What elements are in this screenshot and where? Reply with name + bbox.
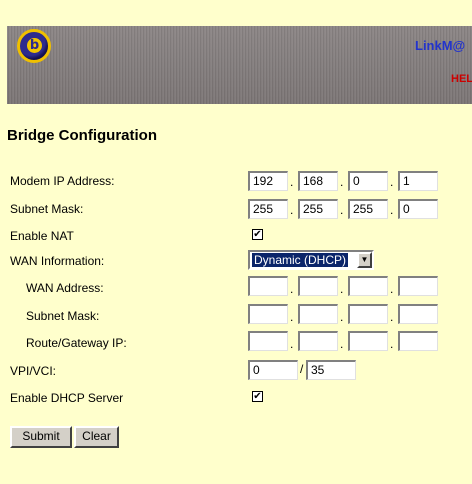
page-title: Bridge Configuration [7, 127, 157, 144]
wan-address-octet-2[interactable] [298, 276, 338, 296]
wan-info-label: WAN Information: [10, 254, 105, 268]
vpi-vci-label: VPI/VCI: [10, 364, 57, 378]
route-gateway-label: Route/Gateway IP: [26, 336, 127, 350]
wan-subnet-mask-label: Subnet Mask: [26, 309, 100, 323]
enable-dhcp-checkbox[interactable]: ✔ [252, 391, 263, 402]
route-gateway-octet-1[interactable] [248, 331, 288, 351]
route-gateway-octet-2[interactable] [298, 331, 338, 351]
modem-ip-octet-3[interactable]: 0 [348, 171, 388, 191]
modem-ip-label: Modem IP Address: [10, 174, 115, 188]
wan-subnet-octet-1[interactable] [248, 304, 288, 324]
enable-nat-label: Enable NAT [10, 229, 74, 243]
subnet-mask-octet-4[interactable]: 0 [398, 199, 438, 219]
logo-icon: b [17, 29, 51, 63]
enable-nat-checkbox[interactable]: ✔ [252, 229, 263, 240]
ip-dot: . [290, 175, 294, 189]
ip-dot: . [340, 337, 344, 351]
modem-ip-octet-1[interactable]: 192 [248, 171, 288, 191]
wan-subnet-octet-2[interactable] [298, 304, 338, 324]
subnet-mask-octet-2[interactable]: 255 [298, 199, 338, 219]
wan-address-octet-3[interactable] [348, 276, 388, 296]
submit-button[interactable]: Submit [10, 426, 72, 448]
chevron-down-icon[interactable]: ▼ [357, 252, 372, 268]
ip-dot: . [290, 203, 294, 217]
wan-subnet-octet-4[interactable] [398, 304, 438, 324]
wan-address-octet-1[interactable] [248, 276, 288, 296]
wan-address-label: WAN Address: [26, 281, 104, 295]
header-banner: b LinkM@ HEL [7, 26, 472, 104]
modem-ip-octet-4[interactable]: 1 [398, 171, 438, 191]
wan-type-value: Dynamic (DHCP) [252, 253, 349, 267]
ip-dot: . [340, 282, 344, 296]
ip-dot: . [390, 175, 394, 189]
ip-dot: . [290, 282, 294, 296]
wan-address-octet-4[interactable] [398, 276, 438, 296]
ip-dot: . [290, 337, 294, 351]
wan-subnet-octet-3[interactable] [348, 304, 388, 324]
logo-letter: b [27, 38, 42, 53]
ip-dot: . [390, 203, 394, 217]
ip-dot: . [390, 310, 394, 324]
ip-dot: . [290, 310, 294, 324]
route-gateway-octet-3[interactable] [348, 331, 388, 351]
help-link[interactable]: HEL [451, 73, 472, 85]
vpi-input[interactable]: 0 [248, 360, 298, 380]
modem-ip-octet-2[interactable]: 168 [298, 171, 338, 191]
ip-dot: . [390, 282, 394, 296]
subnet-mask-octet-1[interactable]: 255 [248, 199, 288, 219]
wan-type-select[interactable]: Dynamic (DHCP) ▼ [248, 250, 374, 270]
vci-input[interactable]: 35 [306, 360, 356, 380]
enable-dhcp-label: Enable DHCP Server [10, 391, 124, 405]
subnet-mask-octet-3[interactable]: 255 [348, 199, 388, 219]
ip-dot: . [340, 203, 344, 217]
brand-name: LinkM@ [415, 38, 466, 53]
ip-dot: . [390, 337, 394, 351]
clear-button[interactable]: Clear [74, 426, 119, 448]
subnet-mask-label: Subnet Mask: [10, 202, 84, 216]
vpi-vci-slash: / [300, 362, 304, 376]
ip-dot: . [340, 175, 344, 189]
route-gateway-octet-4[interactable] [398, 331, 438, 351]
ip-dot: . [340, 310, 344, 324]
